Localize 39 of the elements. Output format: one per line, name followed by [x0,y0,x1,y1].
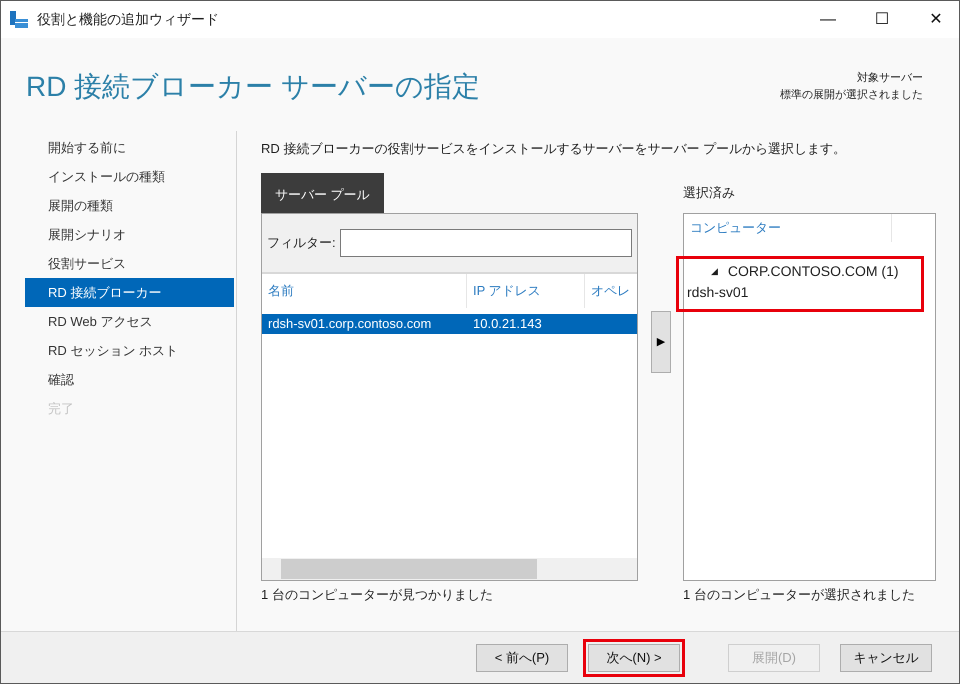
close-button[interactable]: ✕ [913,1,959,38]
selected-label: 選択済み [683,184,736,202]
filter-field[interactable] [340,228,632,257]
group-label: CORP.CONTOSO.COM (1) [728,262,899,281]
page-title: RD 接続ブローカー サーバーの指定 [26,70,480,104]
selected-count-text: 1 台のコンピューターが選択されました [683,586,916,604]
filter-label: フィルター: [267,234,336,252]
computer-item[interactable]: rdsh-sv01 [687,282,913,303]
found-count-text: 1 台のコンピューターが見つかりました [261,586,494,604]
horizontal-scrollbar[interactable] [262,558,637,580]
step-item[interactable]: 開始する前に [25,133,234,162]
step-item[interactable]: 展開シナリオ [25,220,234,250]
step-item[interactable]: RD セッション ホスト [25,336,234,366]
minimize-button[interactable]: — [805,1,851,38]
column-header[interactable]: IP アドレス [467,274,585,308]
column-header[interactable]: オペレ [585,274,630,308]
table-cell-text: rdsh-sv01.corp.contoso.com [267,315,432,334]
wizard-button[interactable]: キャンセル [840,644,932,672]
column-header[interactable]: コンピューター [684,214,892,242]
maximize-button[interactable]: ☐ [859,1,905,38]
table-cell-text: 10.0.21.143 [472,315,543,334]
add-button[interactable]: ▶ [651,310,671,373]
window-title: 役割と機能の追加ウィザード [37,10,220,29]
app-icon [9,10,29,30]
server-pool-tab[interactable]: サーバー プール [261,172,384,213]
table-row[interactable]: rdsh-sv01.corp.contoso.com 10.0.21.143 [262,314,637,334]
wizard-button[interactable]: 次へ(N) > [588,644,680,672]
step-item[interactable]: RD 接続ブローカー [25,278,234,308]
step-item[interactable]: 確認 [25,365,234,394]
wizard-button[interactable]: < 前へ(P) [476,644,568,672]
step-item[interactable]: RD Web アクセス [25,307,234,336]
step-item[interactable]: 役割サービス [25,249,234,278]
expanded-icon[interactable]: ◢ [711,264,718,278]
column-header[interactable]: 名前 [262,274,467,308]
step-item[interactable]: インストールの種類 [25,162,234,192]
instruction-text: RD 接続ブローカーの役割サービスをインストールするサーバーをサーバー プールから選択します。 [261,140,847,158]
step-item[interactable]: 展開の種類 [25,191,234,220]
target-label: 対象サーバー [856,70,923,86]
target-value: 標準の展開が選択されました [780,88,923,103]
